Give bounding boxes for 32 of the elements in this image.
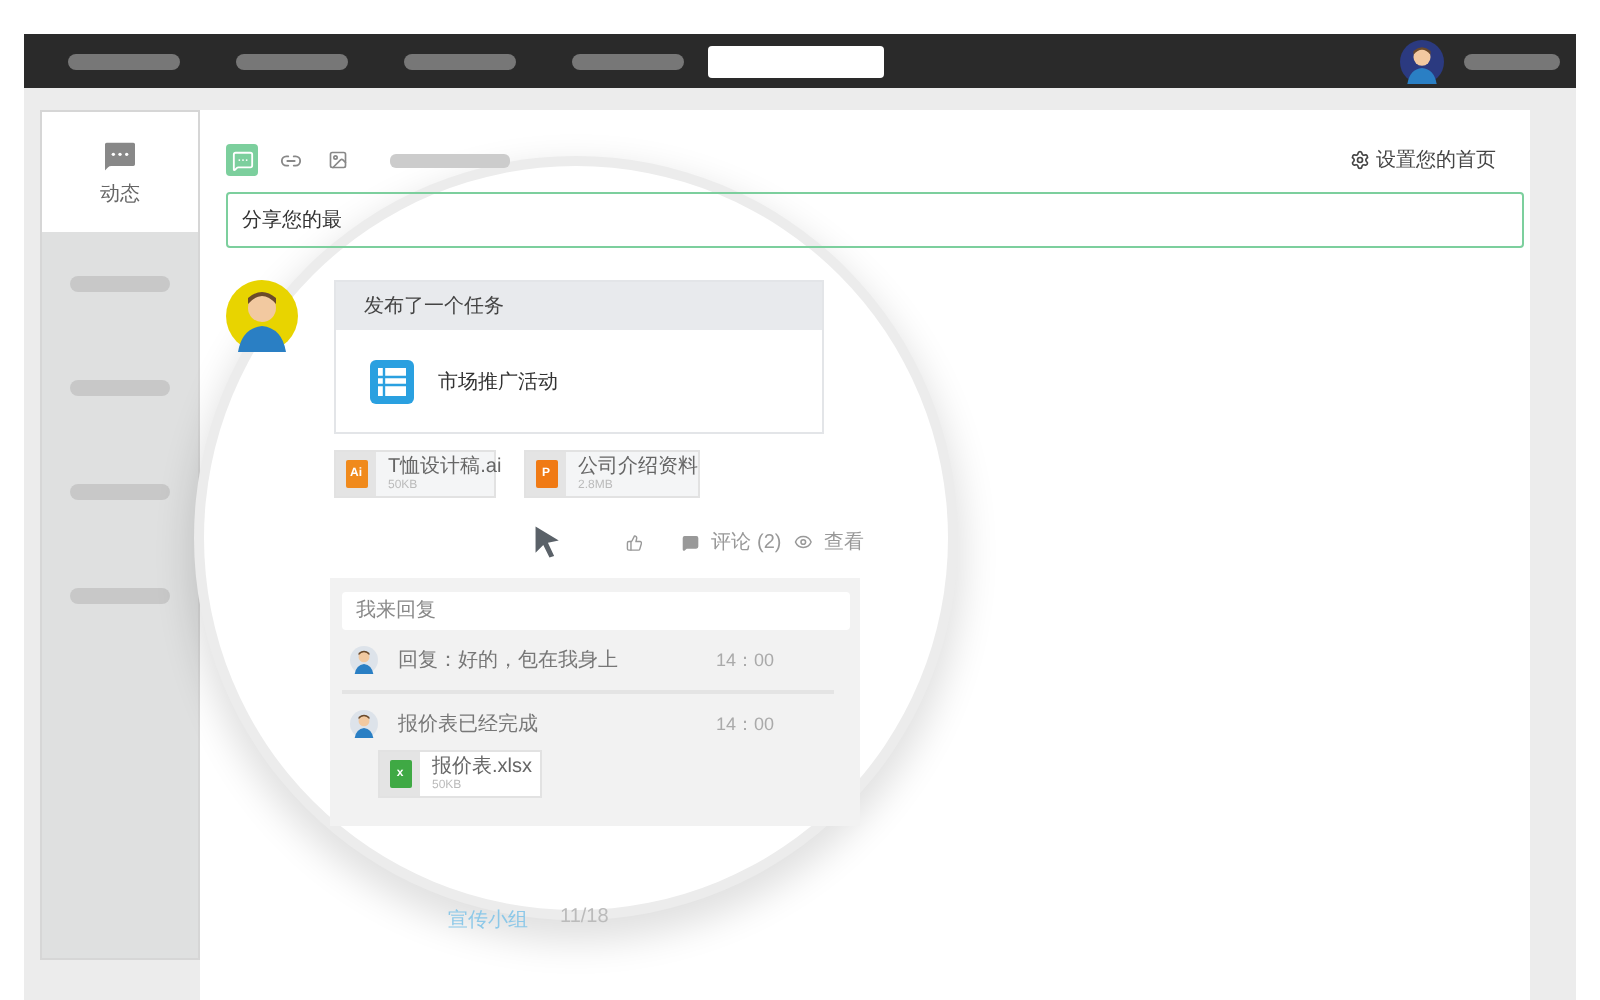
- avatar-icon: [350, 710, 378, 738]
- comment-icon: [231, 149, 253, 171]
- sidebar-label: 动态: [100, 181, 140, 208]
- reply-input-field[interactable]: 我来回复: [342, 592, 850, 630]
- share-input-field[interactable]: 分享您的最: [226, 192, 1524, 248]
- image-icon: [328, 150, 348, 170]
- sidebar-item[interactable]: 动态: [42, 112, 198, 232]
- task-title[interactable]: 市场推广活动: [438, 367, 558, 395]
- reply-text: 回复：好的，包在我身上: [398, 647, 618, 674]
- post-date: 11/18: [560, 906, 609, 932]
- eye-icon[interactable]: [793, 530, 812, 554]
- file-name: 报价表.xlsx: [432, 757, 532, 777]
- avatar-icon: [350, 646, 378, 674]
- file-name: 公司介绍资料: [578, 457, 698, 477]
- thumbs-up-icon[interactable]: [625, 531, 643, 553]
- avatar-icon[interactable]: [1400, 39, 1444, 83]
- post-action: 发布了一个任务: [364, 294, 504, 320]
- settings-link[interactable]: 设置您的首页: [1350, 146, 1496, 174]
- reply-time: 14：00: [715, 647, 774, 673]
- file-name: T恤设计稿.ai: [388, 457, 502, 477]
- tool-placeholder: [390, 153, 510, 167]
- nav-item[interactable]: [708, 45, 884, 77]
- avatar-icon: [226, 280, 298, 352]
- reply-time: 14：00: [715, 711, 774, 737]
- chat-bubble-icon: [100, 136, 140, 176]
- reply-text: 报价表已经完成: [398, 711, 538, 738]
- view-link[interactable]: 查看: [824, 528, 864, 556]
- comment-count[interactable]: 评论 (2): [711, 528, 782, 556]
- settings-icon: [1350, 150, 1370, 170]
- toolbar-button[interactable]: [226, 144, 258, 176]
- list-icon: [370, 359, 414, 403]
- user-name-placeholder[interactable]: [1464, 53, 1560, 69]
